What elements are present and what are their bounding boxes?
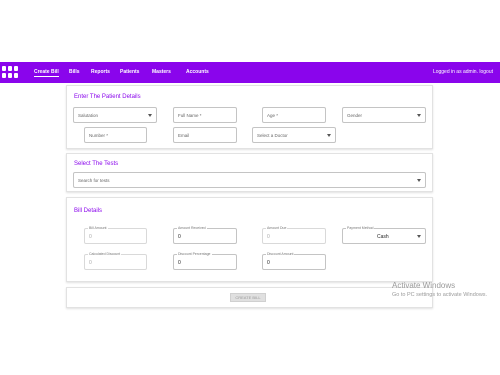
bill-amount-value: 0 <box>89 234 92 240</box>
create-bill-button[interactable]: CREATE BILL <box>230 293 266 302</box>
discount-amount-value: 0 <box>267 260 270 266</box>
calculated-discount-label: Calculated Discount <box>88 252 122 256</box>
nav-reports[interactable]: Reports <box>91 69 110 75</box>
patient-details-card: Enter The Patient Details Salutation Ful… <box>66 85 433 149</box>
salutation-select[interactable]: Salutation <box>73 107 157 123</box>
discount-amount-field[interactable]: Discount Amount 0 <box>262 252 326 270</box>
grid-logo-icon[interactable] <box>2 66 18 78</box>
bill-amount-field[interactable]: Bill Amount 0 <box>84 226 147 244</box>
bill-details-title: Bill Details <box>74 208 103 214</box>
logout-link[interactable]: logout <box>479 69 493 75</box>
windows-activation-watermark: Activate Windows Go to PC settings to ac… <box>392 281 487 298</box>
age-field[interactable]: Age * <box>262 107 326 123</box>
chevron-down-icon <box>327 134 331 137</box>
discount-amount-label: Discount Amount <box>266 252 295 256</box>
logged-in-text: Logged in as admin. <box>432 69 478 75</box>
nav-bills[interactable]: Bills <box>69 69 80 75</box>
email-placeholder: Email <box>178 133 190 138</box>
amount-due-label: Amount Due <box>266 226 288 230</box>
payment-method-label: Payment Method <box>346 226 375 230</box>
salutation-placeholder: Salutation <box>78 113 99 118</box>
gender-placeholder: Gender <box>347 113 363 118</box>
email-field[interactable]: Email <box>173 127 237 143</box>
bill-details-card: Bill Details Bill Amount 0 Amount Receiv… <box>66 197 433 282</box>
tests-search-placeholder: Search for tests <box>78 178 110 183</box>
tests-card: Select The Tests Search for tests <box>66 153 433 192</box>
amount-received-value: 0 <box>178 234 181 240</box>
amount-received-field[interactable]: Amount Received 0 <box>173 226 237 244</box>
calculated-discount-field[interactable]: Calculated Discount 0 <box>84 252 147 270</box>
chevron-down-icon <box>417 235 421 238</box>
age-placeholder: Age * <box>267 113 279 118</box>
discount-percentage-field[interactable]: Discount Percentage 0 <box>173 252 237 270</box>
full-name-placeholder: Full Name * <box>178 113 202 118</box>
gender-select[interactable]: Gender <box>342 107 426 123</box>
number-field[interactable]: Number * <box>84 127 147 143</box>
watermark-subtitle: Go to PC settings to activate Windows. <box>392 292 488 298</box>
nav-accounts[interactable]: Accounts <box>186 69 209 75</box>
bill-amount-label: Bill Amount <box>88 226 108 230</box>
amount-received-label: Amount Received <box>177 226 207 230</box>
nav-patients[interactable]: Patients <box>120 69 139 75</box>
doctor-placeholder: Select a Doctor <box>257 133 288 138</box>
nav-create-bill[interactable]: Create Bill <box>34 69 59 77</box>
discount-percentage-value: 0 <box>178 260 181 266</box>
watermark-title: Activate Windows <box>392 281 456 290</box>
payment-method-value: Cash <box>377 234 389 240</box>
payment-method-select[interactable]: Payment Method Cash <box>342 226 426 244</box>
chevron-down-icon <box>417 179 421 182</box>
nav-masters[interactable]: Masters <box>152 69 171 75</box>
user-status: Logged in as admin. logout <box>433 69 493 75</box>
full-name-field[interactable]: Full Name * <box>173 107 237 123</box>
number-placeholder: Number * <box>89 133 109 138</box>
amount-due-value: 0 <box>267 234 270 240</box>
page: Create Bill Bills Reports Patients Maste… <box>0 0 500 375</box>
tests-title: Select The Tests <box>74 161 119 167</box>
calculated-discount-value: 0 <box>89 260 92 266</box>
top-navbar: Create Bill Bills Reports Patients Maste… <box>0 62 500 83</box>
doctor-select[interactable]: Select a Doctor <box>252 127 336 143</box>
patient-details-title: Enter The Patient Details <box>74 94 141 100</box>
amount-due-field[interactable]: Amount Due 0 <box>262 226 326 244</box>
discount-percentage-label: Discount Percentage <box>177 252 212 256</box>
tests-search-input[interactable]: Search for tests <box>73 172 426 188</box>
chevron-down-icon <box>148 114 152 117</box>
chevron-down-icon <box>417 114 421 117</box>
